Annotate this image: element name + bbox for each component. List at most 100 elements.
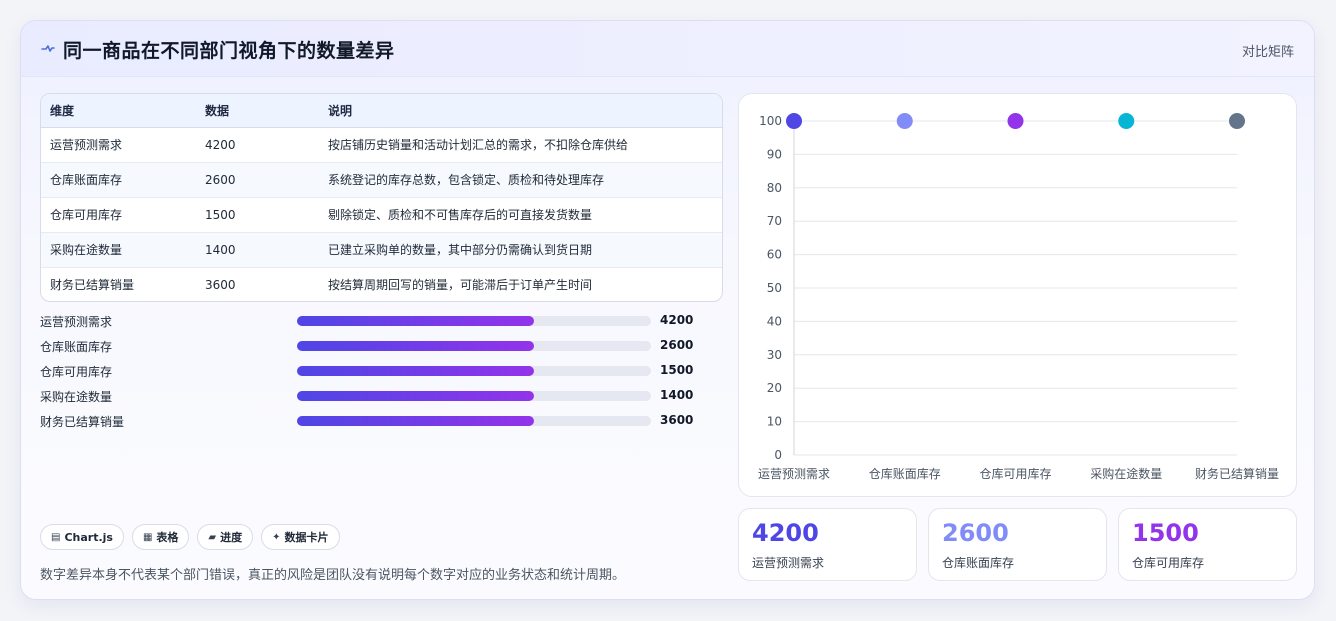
progress-track: [297, 391, 651, 401]
chip-chartjs[interactable]: ▤ Chart.js: [40, 524, 124, 550]
stat-label: 仓库账面库存: [942, 556, 1015, 570]
progress-fill: [297, 341, 535, 351]
progress-icon: ▰: [208, 531, 217, 543]
stat-card: 4200 运营预测需求: [738, 508, 917, 581]
stat-label: 运营预测需求: [752, 556, 825, 570]
x-tick-label: 采购在途数量: [1090, 466, 1162, 481]
progress-value: 3600: [660, 413, 694, 427]
table-row: 运营预测需求 4200 按店铺历史销量和活动计划汇总的需求，不扣除仓库供给: [41, 127, 722, 162]
scatter-chart: 0 10 20 30 40 50 60 70 80 90 100 运营预测需求 仓库账面库存 仓库可用库存…: [758, 113, 1279, 481]
progress-value: 1500: [660, 363, 694, 377]
progress-list: 运营预测需求 4200 仓库账面库存 2600 仓库可用库存 1500 采购在途…: [40, 313, 720, 438]
progress-label: 财务已结算销量: [40, 415, 125, 429]
cell-description: 系统登记的库存总数，包含锁定、质检和待处理库存: [328, 173, 605, 187]
y-tick-label: 80: [767, 181, 782, 195]
data-point: [1007, 113, 1024, 129]
progress-fill: [297, 416, 535, 426]
progress-row: 仓库可用库存 1500: [40, 363, 720, 388]
stat-card: 2600 仓库账面库存: [928, 508, 1107, 581]
data-point: [1229, 113, 1245, 129]
progress-row: 仓库账面库存 2600: [40, 338, 720, 363]
y-tick-label: 100: [759, 114, 782, 128]
table-icon: ▦: [142, 531, 153, 543]
stat-value: 2600: [942, 519, 1009, 547]
cell-dimension: 仓库账面库存: [50, 173, 123, 187]
data-point: [896, 113, 913, 129]
cell-dimension: 运营预测需求: [50, 138, 123, 152]
data-point: [786, 113, 802, 129]
page-title: 同一商品在不同部门视角下的数量差异: [63, 40, 395, 62]
progress-track: [297, 366, 651, 376]
chip-label: 表格: [156, 531, 179, 544]
progress-row: 财务已结算销量 3600: [40, 413, 720, 438]
stat-value: 4200: [752, 519, 819, 547]
cell-value: 1400: [205, 242, 236, 257]
chip-label: 数据卡片: [284, 531, 329, 544]
chip-data-card[interactable]: ✦ 数据卡片: [261, 524, 340, 550]
progress-label: 运营预测需求: [40, 315, 113, 329]
data-point: [1118, 113, 1135, 129]
chart-panel: 0 10 20 30 40 50 60 70 80 90 100 运营预测需求 仓库账面库存 仓库可用库存…: [738, 93, 1297, 497]
cell-dimension: 仓库可用库存: [50, 208, 123, 222]
matrix-label: 对比矩阵: [1241, 45, 1294, 60]
chip-table[interactable]: ▦ 表格: [131, 524, 190, 550]
x-tick-label: 仓库可用库存: [979, 466, 1051, 481]
progress-fill: [297, 316, 535, 326]
stat-card: 1500 仓库可用库存: [1118, 508, 1297, 581]
y-tick-label: 0: [774, 448, 782, 462]
cell-description: 已建立采购单的数量，其中部分仍需确认到货日期: [328, 243, 593, 257]
cell-value: 3600: [205, 277, 236, 292]
sparkle-icon: ✦: [272, 531, 281, 543]
progress-label: 仓库可用库存: [40, 365, 113, 379]
chip-label: Chart.js: [64, 530, 113, 544]
card-header: 同一商品在不同部门视角下的数量差异 对比矩阵: [21, 21, 1314, 77]
chart-icon: ▤: [51, 531, 61, 543]
cell-dimension: 财务已结算销量: [50, 278, 135, 293]
progress-value: 1400: [660, 388, 694, 402]
y-tick-label: 30: [767, 348, 782, 362]
footnote: 数字差异本身不代表某个部门错误，真正的风险是团队没有说明每个数字对应的业务状态和…: [40, 568, 626, 583]
progress-fill: [297, 366, 535, 376]
y-tick-label: 20: [767, 381, 782, 395]
progress-fill: [297, 391, 535, 401]
x-tick-label: 运营预测需求: [758, 467, 830, 481]
progress-track: [297, 341, 651, 351]
x-tick-label: 仓库账面库存: [869, 466, 941, 481]
table-header-row: 维度 数据 说明: [41, 94, 722, 128]
y-tick-label: 70: [767, 214, 782, 228]
column-header-description: 说明: [328, 94, 722, 128]
pulse-icon: [41, 45, 55, 52]
column-header-dimension: 维度: [41, 94, 205, 128]
x-tick-label: 财务已结算销量: [1195, 466, 1279, 481]
table-row: 财务已结算销量 3600 按结算周期回写的销量，可能滞后于订单产生时间: [41, 267, 722, 301]
data-table: 维度 数据 说明 运营预测需求 4200 按店铺历史销量和活动计划汇总的需求，不…: [40, 93, 723, 302]
cell-value: 2600: [205, 172, 236, 187]
stat-label: 仓库可用库存: [1132, 556, 1205, 570]
cell-dimension: 采购在途数量: [50, 243, 123, 257]
progress-track: [297, 316, 651, 326]
progress-label: 采购在途数量: [40, 390, 113, 404]
progress-track: [297, 416, 651, 426]
cell-value: 1500: [205, 207, 236, 222]
y-tick-label: 10: [767, 415, 782, 429]
chip-label: 进度: [220, 531, 243, 544]
y-tick-label: 50: [767, 281, 782, 295]
chip-progress[interactable]: ▰ 进度: [197, 524, 254, 550]
y-tick-label: 40: [767, 314, 782, 328]
comparison-card: 同一商品在不同部门视角下的数量差异 对比矩阵 维度 数据 说明 运营预测需求 4…: [20, 20, 1315, 600]
cell-description: 剔除锁定、质检和不可售库存后的可直接发货数量: [328, 208, 593, 222]
progress-row: 运营预测需求 4200: [40, 313, 720, 338]
table-row: 仓库可用库存 1500 剔除锁定、质检和不可售库存后的可直接发货数量: [41, 197, 722, 232]
progress-row: 采购在途数量 1400: [40, 388, 720, 413]
progress-value: 4200: [660, 313, 694, 327]
y-tick-label: 90: [767, 147, 782, 161]
table-row: 仓库账面库存 2600 系统登记的库存总数，包含锁定、质检和待处理库存: [41, 162, 722, 197]
tag-chips: ▤ Chart.js ▦ 表格 ▰ 进度 ✦ 数据卡片: [40, 524, 340, 550]
y-tick-label: 60: [767, 248, 782, 262]
stat-value: 1500: [1132, 519, 1199, 547]
cell-value: 4200: [205, 137, 236, 152]
progress-label: 仓库账面库存: [40, 340, 113, 354]
cell-description: 按店铺历史销量和活动计划汇总的需求，不扣除仓库供给: [328, 138, 629, 152]
table-row: 采购在途数量 1400 已建立采购单的数量，其中部分仍需确认到货日期: [41, 232, 722, 267]
cell-description: 按结算周期回写的销量，可能滞后于订单产生时间: [328, 278, 593, 293]
